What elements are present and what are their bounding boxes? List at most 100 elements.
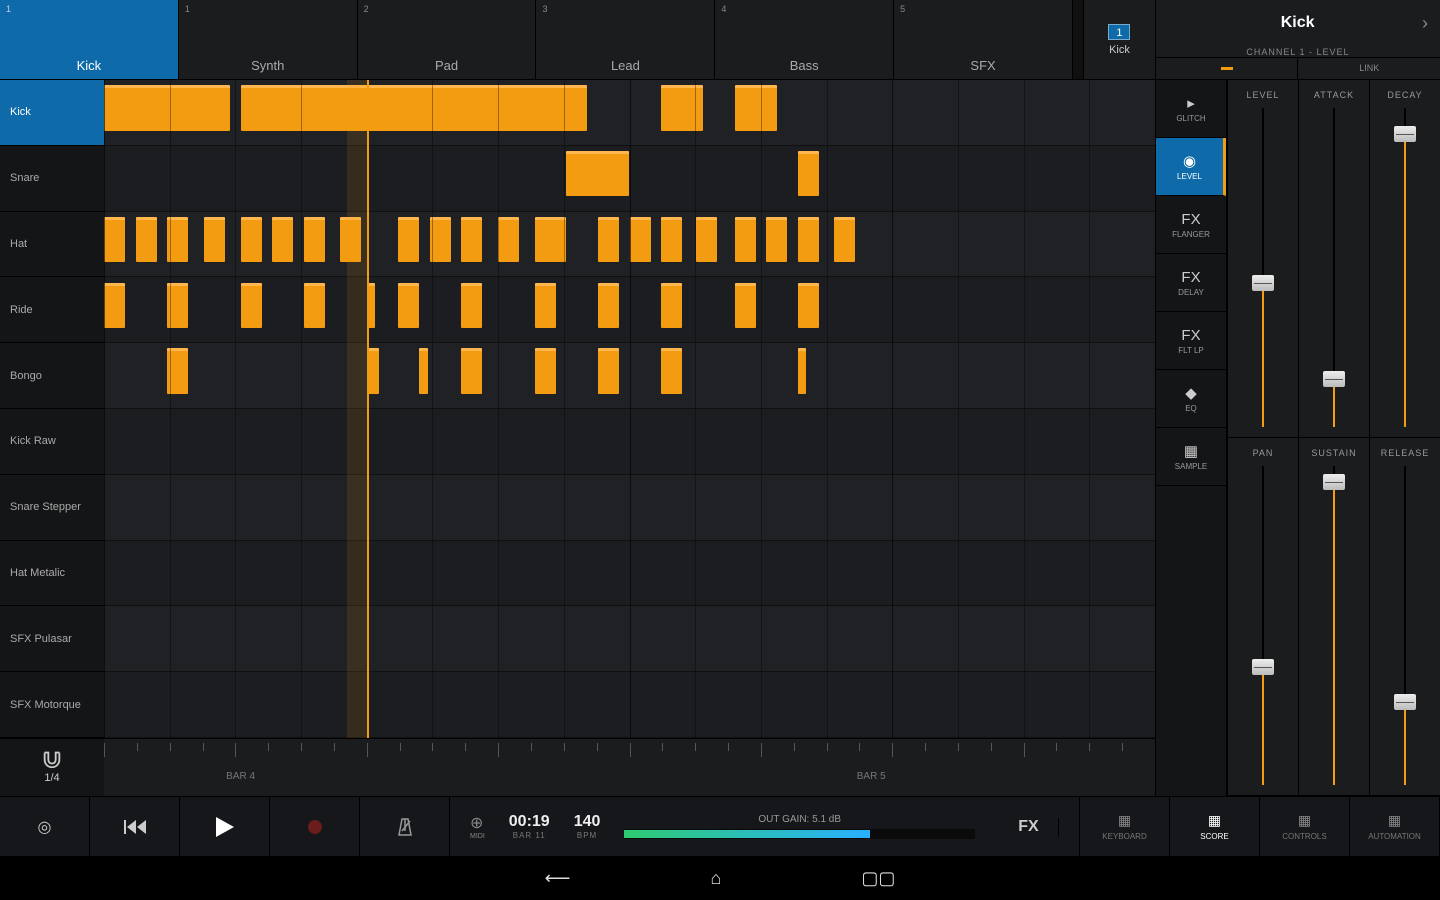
- mode-automation[interactable]: ▦AUTOMATION: [1350, 797, 1440, 856]
- note[interactable]: [419, 348, 427, 393]
- note[interactable]: [398, 283, 419, 328]
- effect-tab-glitch[interactable]: ▸GLITCH: [1156, 80, 1226, 138]
- note[interactable]: [735, 283, 756, 328]
- param-attack[interactable]: ATTACK: [1298, 80, 1369, 438]
- pattern-row[interactable]: [104, 80, 1155, 146]
- effect-tab-delay[interactable]: FXDELAY: [1156, 254, 1226, 312]
- pattern-row[interactable]: [104, 212, 1155, 278]
- note[interactable]: [834, 217, 855, 262]
- link-button[interactable]: LINK: [1298, 57, 1440, 79]
- play-button[interactable]: [180, 797, 270, 856]
- pattern-row[interactable]: [104, 606, 1155, 672]
- note[interactable]: [104, 283, 125, 328]
- sample-row-snare[interactable]: Snare: [0, 146, 104, 212]
- note[interactable]: [598, 348, 619, 393]
- note[interactable]: [167, 348, 188, 393]
- note[interactable]: [696, 217, 717, 262]
- output-gain[interactable]: OUT GAIN: 5.1 dB: [624, 814, 975, 839]
- note[interactable]: [661, 85, 703, 130]
- slider-thumb[interactable]: [1252, 659, 1274, 675]
- timeline-ruler[interactable]: BAR 4BAR 5: [104, 738, 1155, 796]
- note[interactable]: [304, 217, 325, 262]
- note[interactable]: [535, 283, 556, 328]
- note[interactable]: [766, 217, 787, 262]
- note[interactable]: [241, 283, 262, 328]
- note[interactable]: [482, 85, 587, 130]
- track-tab-bass[interactable]: 4 Bass: [715, 0, 894, 79]
- note[interactable]: [661, 217, 682, 262]
- note[interactable]: [136, 217, 157, 262]
- note[interactable]: [430, 217, 451, 262]
- home-icon[interactable]: ⌂: [710, 868, 721, 889]
- mode-score[interactable]: ▦SCORE: [1170, 797, 1260, 856]
- note[interactable]: [104, 85, 230, 130]
- effect-tab-eq[interactable]: ◆EQ: [1156, 370, 1226, 428]
- bpm-display[interactable]: 140 BPM: [574, 813, 601, 840]
- track-tab-synth[interactable]: 1 Synth: [179, 0, 358, 79]
- note[interactable]: [630, 217, 651, 262]
- param-sustain[interactable]: SUSTAIN: [1298, 438, 1369, 796]
- note[interactable]: [461, 348, 482, 393]
- note[interactable]: [167, 217, 188, 262]
- note[interactable]: [535, 348, 556, 393]
- note[interactable]: [498, 217, 519, 262]
- note[interactable]: [535, 217, 567, 262]
- pattern-editor[interactable]: BAR 4BAR 5: [104, 80, 1155, 796]
- snap-button[interactable]: 1/4: [0, 738, 104, 796]
- param-level[interactable]: LEVEL: [1227, 80, 1298, 438]
- note[interactable]: [798, 348, 806, 393]
- note[interactable]: [598, 283, 619, 328]
- note[interactable]: [241, 217, 262, 262]
- pattern-row[interactable]: [104, 672, 1155, 738]
- sample-row-hat[interactable]: Hat: [0, 212, 104, 278]
- note[interactable]: [398, 217, 419, 262]
- pattern-row[interactable]: [104, 475, 1155, 541]
- sample-row-sfx-pulasar[interactable]: SFX Pulasar: [0, 606, 104, 672]
- pattern-row[interactable]: [104, 277, 1155, 343]
- param-release[interactable]: RELEASE: [1369, 438, 1440, 796]
- note[interactable]: [598, 217, 619, 262]
- note[interactable]: [304, 283, 325, 328]
- note[interactable]: [461, 283, 482, 328]
- track-tab-lead[interactable]: 3 Lead: [536, 0, 715, 79]
- track-tab-sfx[interactable]: 5 SFX: [894, 0, 1073, 79]
- note[interactable]: [735, 217, 756, 262]
- note[interactable]: [204, 217, 225, 262]
- back-icon[interactable]: ⟵: [545, 868, 571, 889]
- metronome-button[interactable]: [360, 797, 450, 856]
- note[interactable]: [661, 348, 682, 393]
- slider-thumb[interactable]: [1252, 275, 1274, 291]
- pattern-row[interactable]: [104, 343, 1155, 409]
- link-indicator[interactable]: [1156, 57, 1299, 79]
- sample-row-ride[interactable]: Ride: [0, 277, 104, 343]
- sample-row-sfx-motorque[interactable]: SFX Motorque: [0, 672, 104, 738]
- pattern-row[interactable]: [104, 409, 1155, 475]
- pattern-row[interactable]: [104, 541, 1155, 607]
- slider-thumb[interactable]: [1323, 474, 1345, 490]
- effect-tab-flt-lp[interactable]: FXFLT LP: [1156, 312, 1226, 370]
- sample-row-snare-stepper[interactable]: Snare Stepper: [0, 475, 104, 541]
- slider-thumb[interactable]: [1394, 694, 1416, 710]
- effect-tab-sample[interactable]: ▦SAMPLE: [1156, 428, 1226, 486]
- logo-button[interactable]: ◎: [0, 797, 90, 856]
- effect-tab-level[interactable]: ◉LEVEL: [1156, 138, 1226, 196]
- prev-arrow-icon[interactable]: ‹: [1168, 14, 1173, 32]
- note[interactable]: [798, 151, 819, 196]
- mode-controls[interactable]: ▦CONTROLS: [1260, 797, 1350, 856]
- record-button[interactable]: [270, 797, 360, 856]
- slider-thumb[interactable]: [1394, 126, 1416, 142]
- sample-row-kick-raw[interactable]: Kick Raw: [0, 409, 104, 475]
- pattern-row[interactable]: [104, 146, 1155, 212]
- time-display[interactable]: 00:19 BAR 11: [509, 813, 550, 840]
- note[interactable]: [798, 283, 819, 328]
- param-pan[interactable]: PAN: [1227, 438, 1298, 796]
- next-arrow-icon[interactable]: ›: [1422, 13, 1428, 34]
- sample-row-bongo[interactable]: Bongo: [0, 343, 104, 409]
- note[interactable]: [272, 217, 293, 262]
- sample-row-hat-metalic[interactable]: Hat Metalic: [0, 541, 104, 607]
- note[interactable]: [104, 217, 125, 262]
- recents-icon[interactable]: ▢▢: [861, 868, 895, 889]
- note[interactable]: [735, 85, 777, 130]
- note[interactable]: [798, 217, 819, 262]
- note[interactable]: [661, 283, 682, 328]
